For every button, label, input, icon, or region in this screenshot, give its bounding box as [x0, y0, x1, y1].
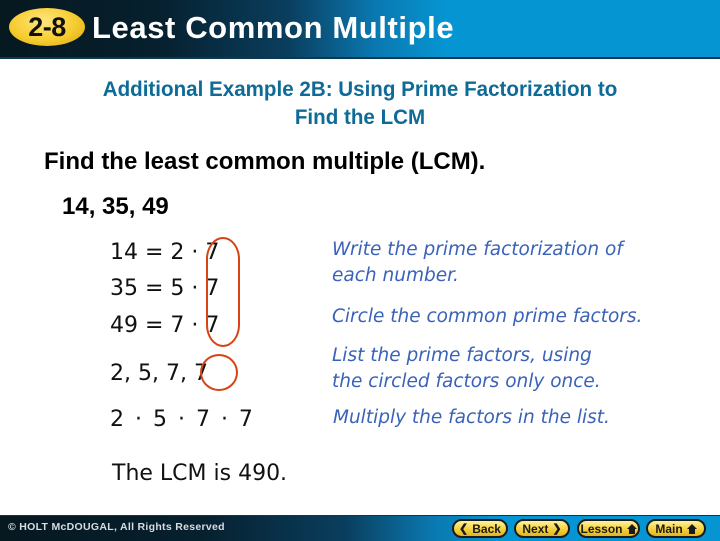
factorization-49: 49 = 7 · 7	[110, 313, 220, 338]
note-step-3-line-1: List the prime factors, using	[332, 345, 592, 366]
back-button-label: Back	[472, 521, 501, 536]
lesson-button[interactable]: Lesson	[577, 519, 640, 538]
note-step-1-line-2: each number.	[332, 265, 459, 286]
note-step-2: Circle the common prime factors.	[332, 306, 643, 327]
example-subtitle: Additional Example 2B: Using Prime Facto…	[7, 76, 713, 132]
lesson-number-badge: 2-8	[9, 8, 85, 46]
problem-numbers: 14, 35, 49	[62, 193, 169, 220]
common-factor-circle	[206, 237, 240, 347]
lesson-button-label: Lesson	[580, 521, 623, 536]
home-icon	[626, 523, 637, 534]
factor-list: 2, 5, 7, 7	[110, 361, 208, 386]
home-icon	[686, 523, 697, 534]
factorization-14: 14 = 2 · 7	[110, 240, 220, 265]
note-step-4: Multiply the factors in the list.	[333, 407, 610, 428]
main-button[interactable]: Main	[646, 519, 706, 538]
note-step-1-line-1: Write the prime factorization of	[332, 239, 623, 260]
back-button[interactable]: ❮ Back	[452, 519, 508, 538]
note-step-3-line-2: the circled factors only once.	[332, 371, 601, 392]
problem-prompt: Find the least common multiple (LCM).	[44, 148, 486, 175]
copyright-text: © HOLT McDOUGAL, All Rights Reserved	[8, 521, 225, 533]
note-step-1: Write the prime factorization of each nu…	[332, 237, 623, 289]
subtitle-line-1: Additional Example 2B: Using Prime Facto…	[102, 78, 618, 101]
slide-footer: © HOLT McDOUGAL, All Rights Reserved ❮ B…	[0, 515, 720, 541]
factorization-35: 35 = 5 · 7	[110, 276, 220, 301]
main-button-label: Main	[655, 521, 683, 536]
lcm-answer: The LCM is 490.	[112, 461, 288, 486]
next-button[interactable]: Next ❯	[514, 519, 570, 538]
slide-title: Least Common Multiple	[92, 10, 455, 45]
next-button-label: Next	[522, 521, 549, 536]
chevron-left-icon: ❮	[459, 523, 469, 535]
circled-factor-marker	[200, 354, 238, 391]
chevron-right-icon: ❯	[552, 523, 562, 535]
note-step-3: List the prime factors, using the circle…	[332, 343, 601, 395]
subtitle-line-2: Find the LCM	[294, 106, 426, 129]
slide-header: 2-8 Least Common Multiple	[0, 0, 720, 59]
factor-product: 2 · 5 · 7 · 7	[110, 407, 253, 432]
